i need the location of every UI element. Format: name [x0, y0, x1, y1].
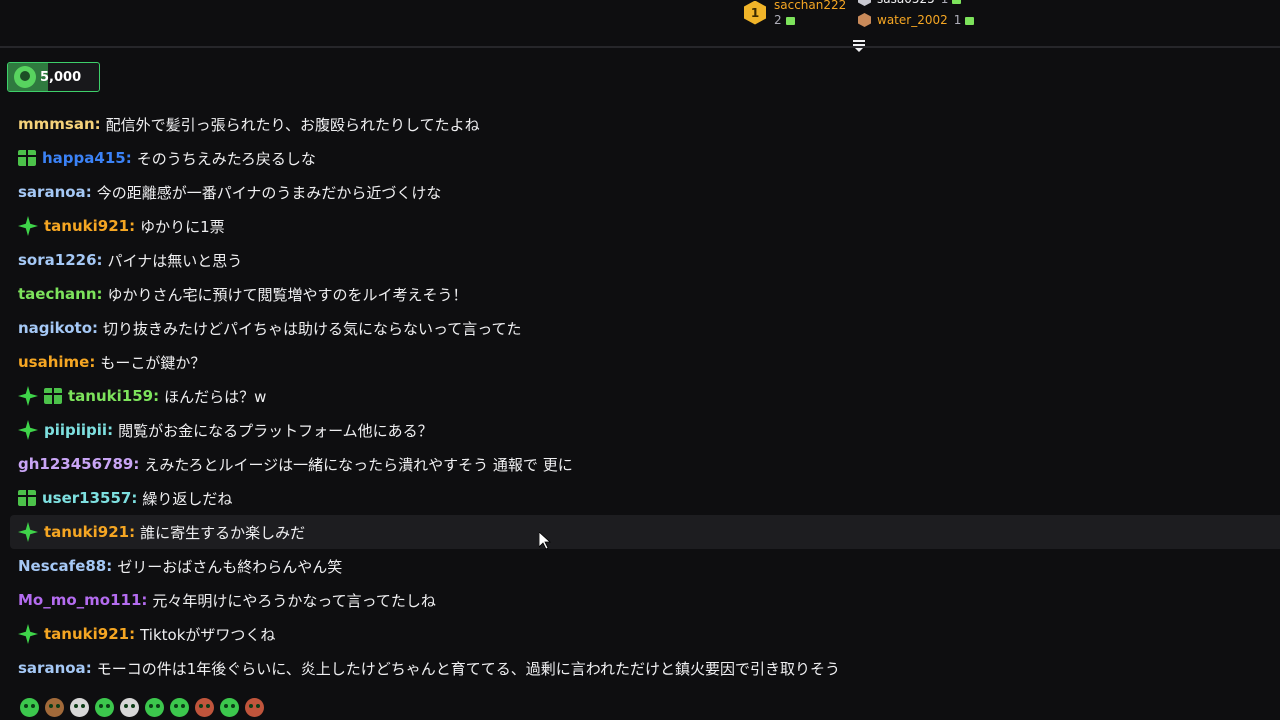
leaderboard-entry-3[interactable]: water_2002 1 [858, 13, 975, 27]
rank-2-icon [858, 0, 871, 6]
chat-text: モーコの件は1年後ぐらいに、炎上したけどちゃんと育ててる、過剰に言われただけと鎮… [96, 659, 841, 678]
chat-text: ゆかりに1票 [140, 217, 225, 236]
chat-message: sora1226: パイナは無いと思う [18, 251, 243, 270]
leaderboard-entry-1[interactable]: 1 sacchan222 2 [744, 0, 846, 27]
gift-icon [965, 17, 975, 25]
chat-username[interactable]: saranoa [18, 659, 86, 677]
chat-text: 誰に寄生するか楽しみだ [140, 523, 306, 542]
leaderboard-bar: 1 sacchan222 2 sasa0525 1 water_2002 1 [0, 0, 1280, 52]
emote-icon[interactable] [95, 698, 114, 717]
gift-badge-icon [18, 150, 36, 166]
chat-text: 今の距離感が一番パイナのうまみだから近づくけな [96, 183, 442, 202]
gift-icon [952, 0, 962, 4]
mouse-cursor-icon [539, 532, 551, 550]
leaderboard-name-1: sacchan222 [774, 0, 847, 12]
chat-username[interactable]: Nescafe88 [18, 557, 106, 575]
leaderboard-name-3: water_2002 [877, 13, 948, 27]
chat-message: user13557: 繰り返しだね [10, 481, 1280, 515]
gift-badge-icon [44, 388, 62, 404]
collapse-icon[interactable] [851, 38, 867, 52]
chat-username[interactable]: usahime [18, 353, 89, 371]
chat-text: ゼリーおばさんも終わらんやん笑 [117, 557, 343, 576]
leaderboard-count-3: 1 [953, 13, 962, 27]
chat-message: piipiipii: 閲覧がお金になるプラットフォーム他にある？ [10, 413, 1280, 447]
chat-message: nagikoto: 切り抜きみたけどパイちゃは助ける気にならないって言ってた [18, 319, 522, 338]
chat-username[interactable]: taechann [18, 285, 97, 303]
pinned-cheer-badge[interactable]: 5,000 [7, 62, 100, 92]
emote-strip [20, 698, 264, 717]
chat-text: えみたろとルイージは一緒になったら潰れやすそう 通報で 更に [144, 455, 573, 474]
chat-message: tanuki921: ゆかりに1票 [10, 209, 1280, 243]
chat-message: saranoa: 今の距離感が一番パイナのうまみだから近づくけな [18, 183, 442, 202]
chat-message: tanuki159: ほんだらは？w [10, 379, 1280, 413]
sparkle-badge-icon [18, 216, 38, 236]
pinned-amount: 5,000 [40, 69, 82, 85]
chat-username[interactable]: tanuki921 [44, 625, 129, 643]
chat-username[interactable]: tanuki159 [68, 387, 153, 405]
leaderboard-count-1: 2 [774, 13, 782, 27]
chat-text: 配信外で髪引っ張られたり、お腹殴られたりしてたよね [105, 115, 480, 134]
chat-username[interactable]: happa415 [42, 149, 126, 167]
chat-message: gh123456789: えみたろとルイージは一緒になったら潰れやすそう 通報で … [18, 455, 573, 474]
chat-text: 閲覧がお金になるプラットフォーム他にある？ [118, 421, 433, 440]
emote-icon[interactable] [245, 698, 264, 717]
gift-icon [785, 17, 795, 25]
emote-icon[interactable] [70, 698, 89, 717]
chat-message: happa415: そのうちえみたろ戻るしな [10, 141, 1280, 175]
chat-username[interactable]: user13557 [42, 489, 131, 507]
chat-message: mmmsan: 配信外で髪引っ張られたり、お腹殴られたりしてたよね [18, 115, 480, 134]
sparkle-badge-icon [18, 624, 38, 644]
emote-icon[interactable] [195, 698, 214, 717]
chat-username[interactable]: Mo_mo_mo111 [18, 591, 141, 609]
chat-message: tanuki921: Tiktokがザワつくね [10, 617, 1280, 651]
chat-username[interactable]: mmmsan [18, 115, 95, 133]
chat-message: Mo_mo_mo111: 元々年明けにやろうかなって言ってたしね [18, 591, 436, 610]
chat-text: 繰り返しだね [142, 489, 233, 508]
chat-username[interactable]: nagikoto [18, 319, 92, 337]
leaderboard-entry-2[interactable]: sasa0525 1 [858, 0, 962, 6]
chat-username[interactable]: tanuki921 [44, 523, 129, 541]
chat-text: 切り抜きみたけどパイちゃは助ける気にならないって言ってた [103, 319, 522, 338]
emote-icon[interactable] [220, 698, 239, 717]
chat-message: usahime: もーこが鍵か？ [18, 353, 206, 372]
chat-message: saranoa: モーコの件は1年後ぐらいに、炎上したけどちゃんと育ててる、過剰に… [18, 659, 841, 678]
gift-badge-icon [18, 490, 36, 506]
chat-message-hovered[interactable]: tanuki921: 誰に寄生するか楽しみだ [10, 515, 1280, 549]
chat-username[interactable]: tanuki921 [44, 217, 129, 235]
emote-icon[interactable] [120, 698, 139, 717]
chat-text: そのうちえみたろ戻るしな [136, 149, 316, 168]
chat-message: Nescafe88: ゼリーおばさんも終わらんやん笑 [18, 557, 343, 576]
chat-username[interactable]: piipiipii [44, 421, 107, 439]
cheer-emote-icon [14, 66, 36, 88]
rank-1-icon: 1 [744, 0, 766, 25]
rank-3-icon [858, 13, 871, 27]
chat-text: もーこが鍵か？ [100, 353, 206, 372]
sparkle-badge-icon [18, 522, 38, 542]
chat-text: 元々年明けにやろうかなって言ってたしね [152, 591, 436, 610]
chat-message: taechann: ゆかりさん宅に預けて閲覧増やすのをルイ考えそう！ [18, 285, 468, 304]
emote-icon[interactable] [20, 698, 39, 717]
chat-username[interactable]: sora1226 [18, 251, 97, 269]
leaderboard-count-2: 1 [941, 0, 949, 6]
chat-text: パイナは無いと思う [107, 251, 243, 270]
chat-text: ゆかりさん宅に預けて閲覧増やすのをルイ考えそう！ [107, 285, 468, 304]
sparkle-badge-icon [18, 386, 38, 406]
chat-username[interactable]: gh123456789 [18, 455, 133, 473]
chat-text: ほんだらは？w [164, 387, 267, 406]
emote-icon[interactable] [170, 698, 189, 717]
leaderboard-name-2: sasa0525 [877, 0, 935, 6]
sparkle-badge-icon [18, 420, 38, 440]
emote-icon[interactable] [45, 698, 64, 717]
chat-message-list: mmmsan: 配信外で髪引っ張られたり、お腹殴られたりしてたよね happa41… [10, 107, 1280, 685]
emote-icon[interactable] [145, 698, 164, 717]
chat-text: Tiktokがザワつくね [140, 625, 276, 644]
chat-username[interactable]: saranoa [18, 183, 86, 201]
